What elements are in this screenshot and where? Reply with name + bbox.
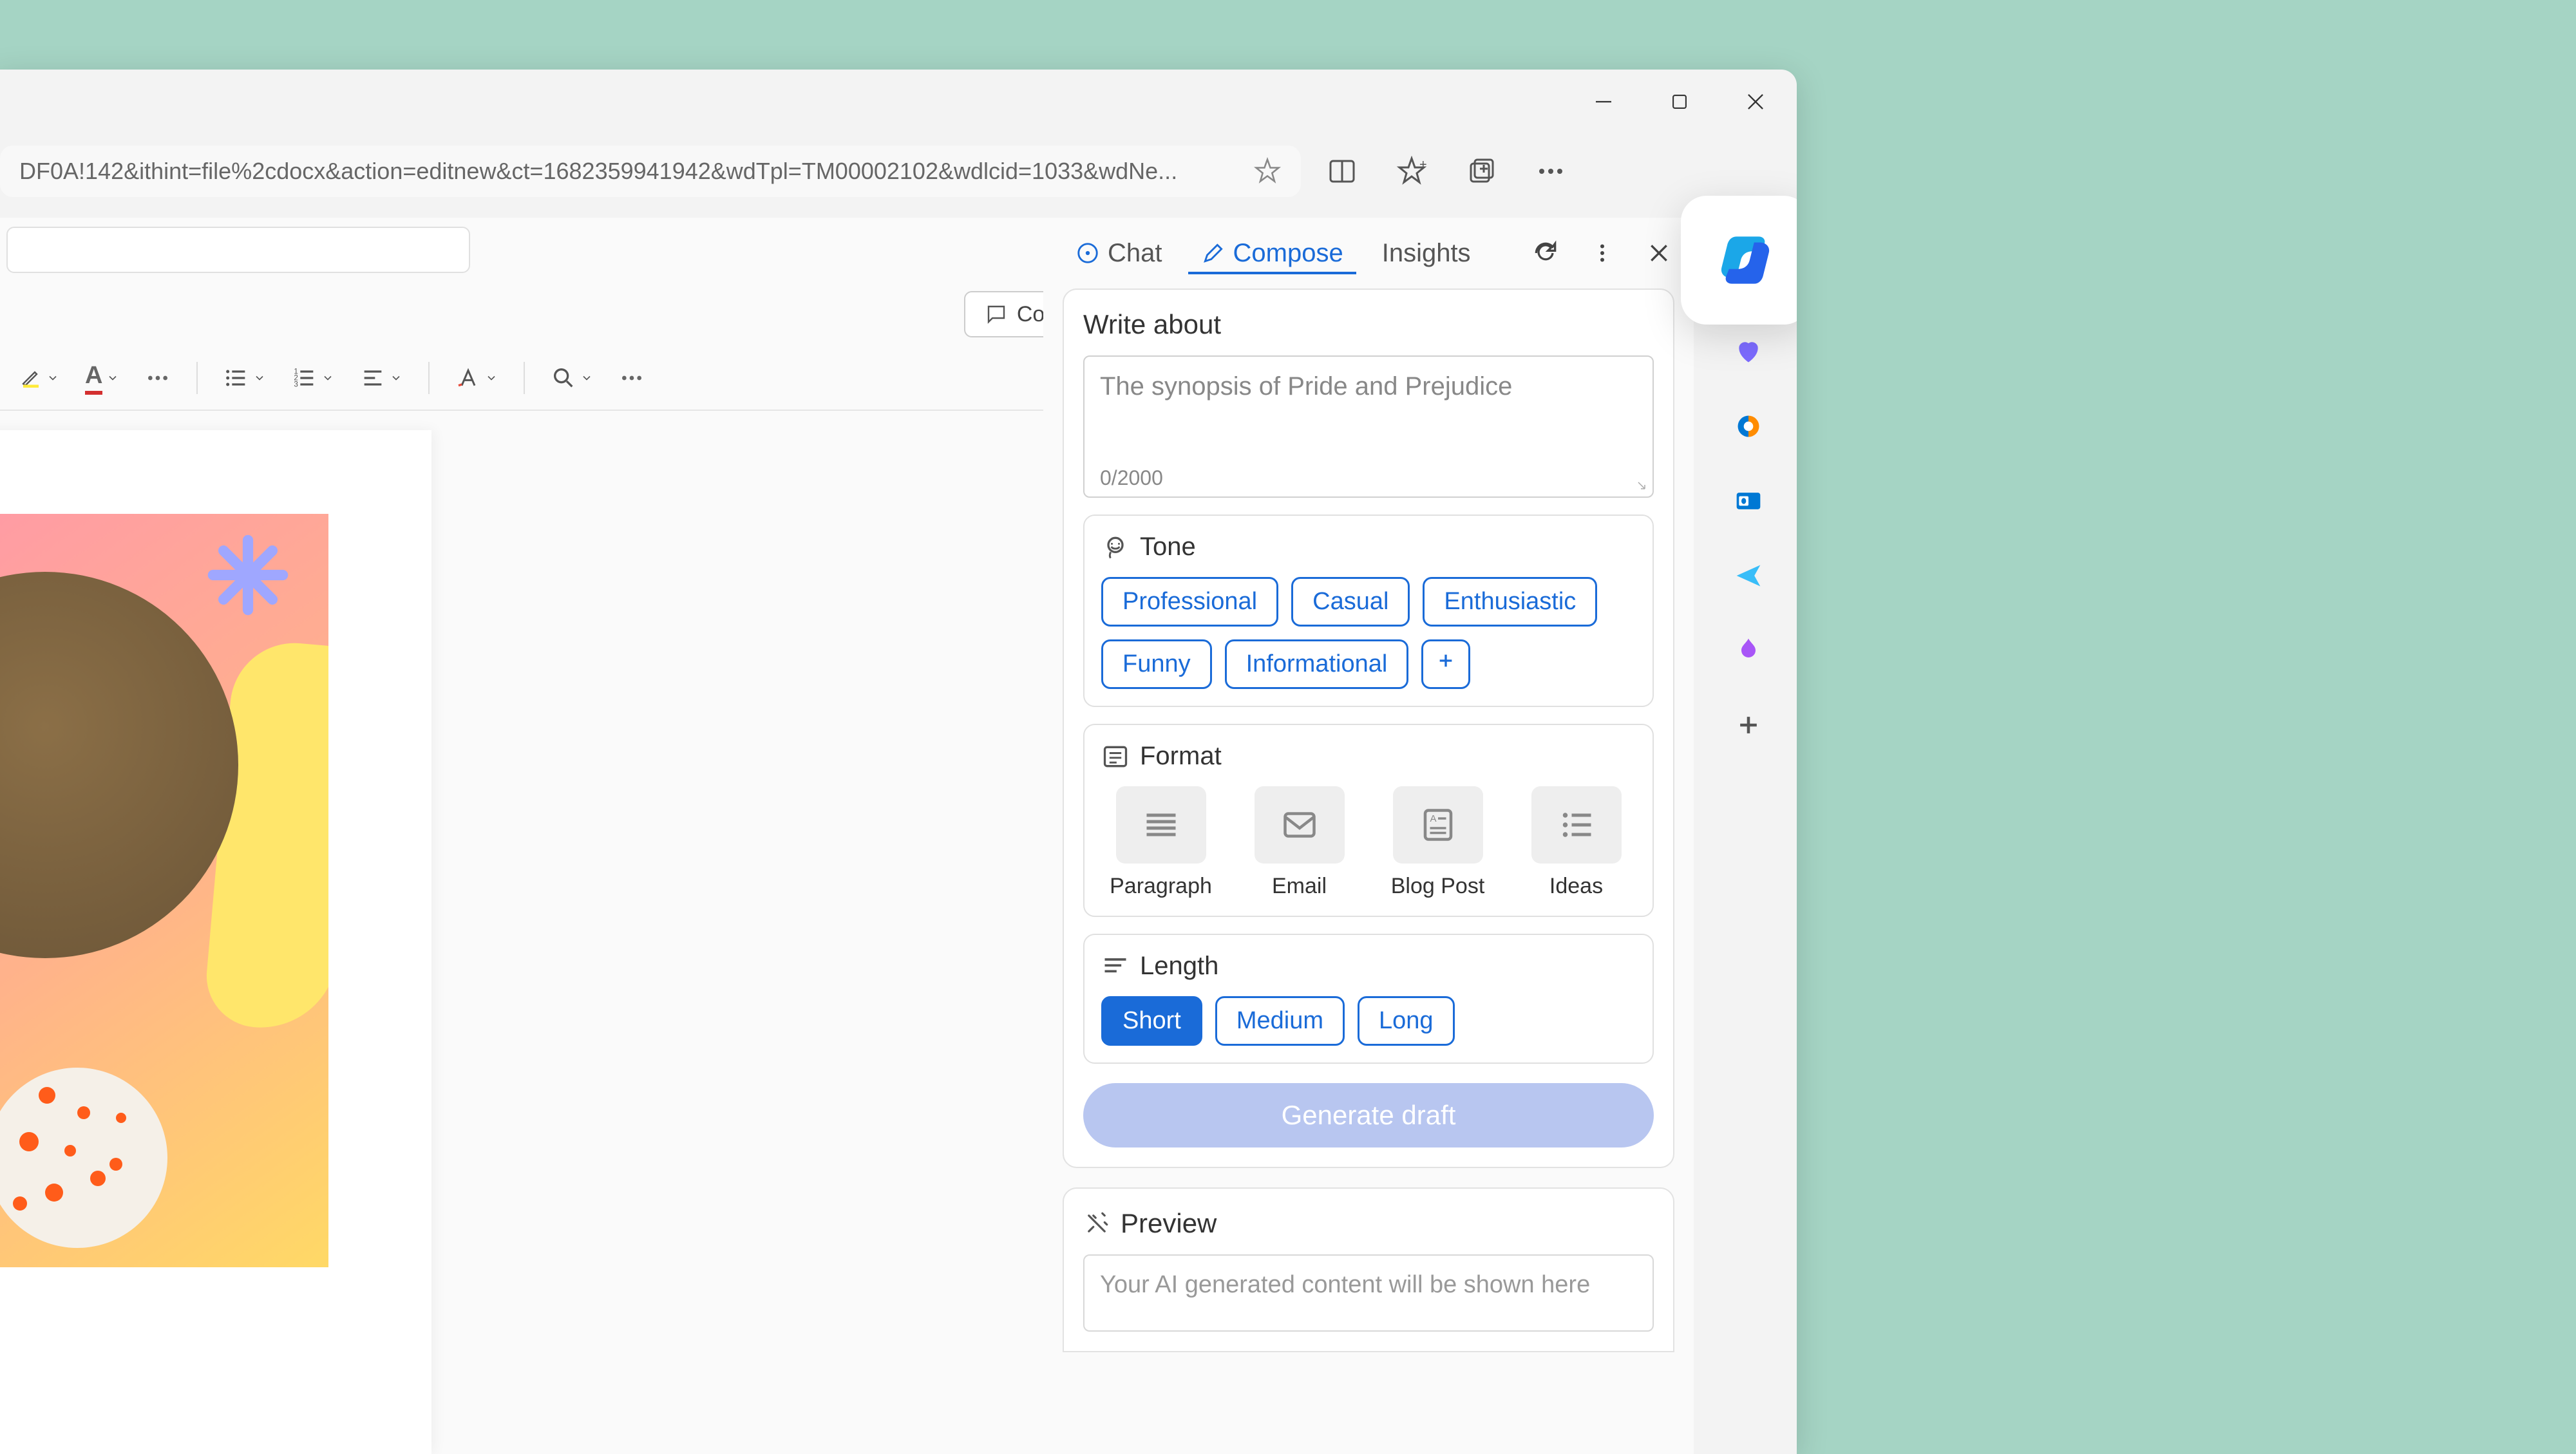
- svg-text:3: 3: [294, 380, 298, 388]
- browser-window: DF0A!142&ithint=file%2cdocx&action=editn…: [0, 70, 1797, 1454]
- sidebar-m365-icon[interactable]: [1730, 408, 1766, 444]
- tone-section: Tone Professional Casual Enthusiastic Fu…: [1083, 515, 1654, 707]
- document-image: [0, 514, 328, 1267]
- edge-sidebar: [1700, 218, 1797, 1454]
- close-panel-button[interactable]: [1643, 238, 1674, 269]
- copilot-launcher[interactable]: [1681, 196, 1797, 325]
- url-field[interactable]: DF0A!142&ithint=file%2cdocx&action=editn…: [0, 146, 1301, 197]
- format-blogpost[interactable]: A Blog Post: [1378, 786, 1497, 899]
- tone-informational[interactable]: Informational: [1225, 639, 1409, 689]
- font-color-dropdown[interactable]: A: [79, 359, 126, 397]
- close-button[interactable]: [1740, 86, 1771, 117]
- url-text: DF0A!142&ithint=file%2cdocx&action=editn…: [19, 158, 1240, 185]
- favorite-icon[interactable]: [1253, 157, 1282, 185]
- blogpost-icon: A: [1393, 786, 1483, 864]
- bullets-dropdown[interactable]: [217, 359, 272, 397]
- compose-card: Write about The synopsis of Pride and Pr…: [1063, 288, 1674, 1168]
- preview-icon: [1083, 1210, 1110, 1237]
- length-section: Length Short Medium Long: [1083, 934, 1654, 1064]
- tone-professional[interactable]: Professional: [1101, 577, 1278, 627]
- write-about-textarea[interactable]: The synopsis of Pride and Prejudice: [1084, 357, 1653, 460]
- format-email[interactable]: Email: [1240, 786, 1359, 899]
- format-section: Format Paragraph: [1083, 724, 1654, 917]
- document-canvas[interactable]: [0, 430, 431, 1454]
- more-font-options[interactable]: [138, 359, 177, 397]
- minimize-button[interactable]: [1588, 86, 1619, 117]
- sidebar-send-icon[interactable]: [1730, 558, 1766, 594]
- sidebar-outlook-icon[interactable]: [1730, 483, 1766, 519]
- tone-add-button[interactable]: [1421, 639, 1470, 689]
- format-paragraph[interactable]: Paragraph: [1101, 786, 1220, 899]
- more-icon[interactable]: [1535, 156, 1566, 187]
- svg-text:+: +: [1419, 158, 1427, 172]
- highlight-dropdown[interactable]: [13, 359, 66, 397]
- preview-section: Preview Your AI generated content will b…: [1063, 1187, 1674, 1352]
- format-ideas[interactable]: Ideas: [1517, 786, 1636, 899]
- preview-output: Your AI generated content will be shown …: [1083, 1254, 1654, 1332]
- write-about-label: Write about: [1083, 309, 1654, 340]
- char-counter: 0/2000: [1084, 460, 1653, 496]
- length-short[interactable]: Short: [1101, 996, 1202, 1046]
- options-button[interactable]: [1587, 238, 1618, 269]
- copilot-sidebar: Chat Compose Insights: [1043, 218, 1694, 1454]
- window-controls: [1588, 70, 1797, 134]
- insights-tab[interactable]: Insights: [1369, 232, 1484, 274]
- styles-dropdown[interactable]: [449, 359, 504, 397]
- sidebar-favorite-icon[interactable]: [1730, 334, 1766, 370]
- format-icon: [1101, 742, 1130, 771]
- length-long[interactable]: Long: [1358, 996, 1455, 1046]
- svg-text:A: A: [1430, 813, 1436, 824]
- tone-icon: [1101, 533, 1130, 562]
- ideas-icon: [1531, 786, 1622, 864]
- length-medium[interactable]: Medium: [1215, 996, 1345, 1046]
- find-dropdown[interactable]: [544, 359, 600, 397]
- chat-tab[interactable]: Chat: [1063, 232, 1175, 274]
- generate-draft-button[interactable]: Generate draft: [1083, 1083, 1654, 1147]
- sidebar-add-icon[interactable]: [1730, 707, 1766, 743]
- split-screen-icon[interactable]: [1327, 156, 1358, 187]
- align-dropdown[interactable]: [354, 359, 409, 397]
- sidebar-designer-icon[interactable]: [1730, 632, 1766, 668]
- length-icon: [1101, 952, 1130, 981]
- email-icon: [1255, 786, 1345, 864]
- tone-casual[interactable]: Casual: [1291, 577, 1410, 627]
- paragraph-icon: [1116, 786, 1206, 864]
- collections-icon[interactable]: [1466, 156, 1497, 187]
- refresh-button[interactable]: [1530, 238, 1561, 269]
- compose-tab[interactable]: Compose: [1188, 232, 1356, 274]
- tone-enthusiastic[interactable]: Enthusiastic: [1423, 577, 1597, 627]
- maximize-button[interactable]: [1664, 86, 1695, 117]
- more-ribbon-options[interactable]: [612, 359, 651, 397]
- numbering-dropdown[interactable]: 123: [285, 359, 341, 397]
- doc-search-field[interactable]: [6, 227, 470, 273]
- copilot-tabs: Chat Compose Insights: [1043, 218, 1694, 288]
- tone-funny[interactable]: Funny: [1101, 639, 1212, 689]
- favorites-icon[interactable]: +: [1396, 156, 1427, 187]
- address-bar: DF0A!142&ithint=file%2cdocx&action=editn…: [0, 139, 1604, 203]
